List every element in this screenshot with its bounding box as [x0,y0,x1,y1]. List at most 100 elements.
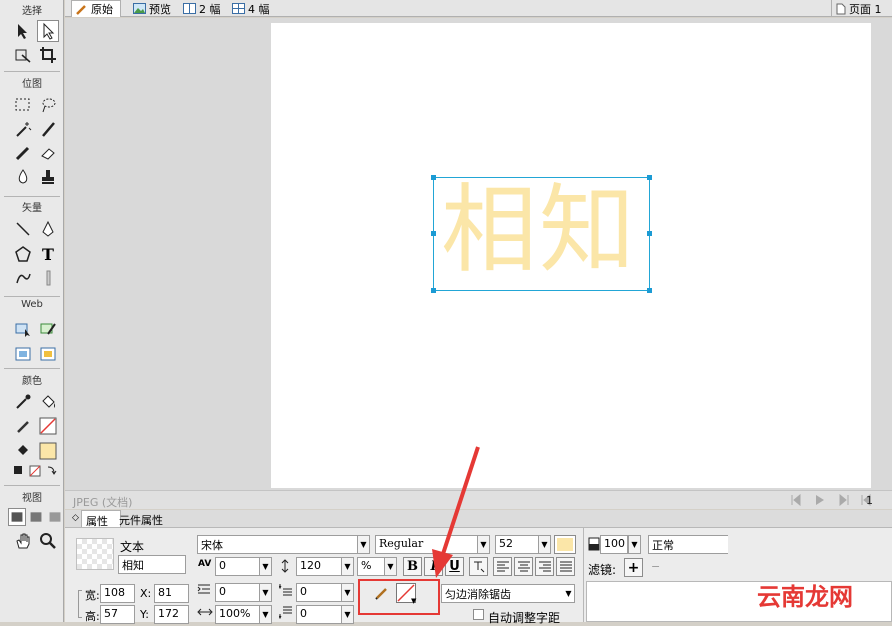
brush-icon [42,122,55,137]
tab-original[interactable]: 原始 [71,0,121,17]
zoom-icon [40,533,56,549]
pen-tool[interactable] [37,218,59,240]
stroke-color-swatch[interactable] [37,415,59,437]
subselection-tool[interactable] [37,20,59,42]
show-hotspots-icon [40,347,56,361]
page-selector[interactable]: 页面 1 [831,0,892,17]
indent-field[interactable]: 0 [215,583,261,602]
hide-slices-toggle[interactable] [12,343,34,365]
tab-4up[interactable]: 4 幅 [228,0,274,17]
hotspot-tool[interactable] [12,318,34,340]
chevron-down-icon[interactable]: ▼ [538,535,551,554]
font-size-field[interactable]: 52 [495,535,539,554]
eyedropper-tool[interactable] [12,391,34,413]
opacity-field[interactable]: 100 [600,535,628,554]
hand-tool[interactable] [12,530,34,552]
text-tool[interactable]: T [37,243,59,265]
slice-tool[interactable] [37,318,59,340]
paint-bucket-tool[interactable] [37,391,59,413]
standard-screen-mode[interactable] [8,508,26,526]
section-title-web: Web [21,299,43,310]
x-field[interactable]: 81 [154,584,189,603]
screen-mode-icon [11,512,23,522]
stamp-tool[interactable] [37,166,59,188]
resize-handle-nw[interactable] [431,175,436,180]
tab-symbol-properties[interactable]: 元件属性 [115,510,185,527]
resize-handle-w[interactable] [431,231,436,236]
remove-filter-button[interactable]: − [651,560,660,573]
tab-preview[interactable]: 预览 [129,0,179,17]
knife-tool[interactable] [37,267,59,289]
show-slices-toggle[interactable] [37,343,59,365]
eraser-tool[interactable] [37,142,59,164]
chevron-down-icon[interactable]: ▼ [357,535,370,554]
magic-wand-tool[interactable] [12,118,34,140]
space-after-icon [279,606,292,619]
chevron-down-icon[interactable]: ▼ [341,605,354,624]
collapse-arrow-icon[interactable]: ◇ [72,513,79,523]
chevron-down-icon[interactable]: ▼ [628,535,641,554]
pointer-tool[interactable] [12,20,34,42]
brush-tool[interactable] [37,118,59,140]
blend-mode-select[interactable]: 正常 [648,535,728,554]
crop-tool[interactable] [37,44,59,66]
align-left-button[interactable] [493,557,512,576]
height-field[interactable]: 57 [100,605,135,624]
chevron-down-icon[interactable]: ▼ [259,583,272,602]
chevron-down-icon[interactable]: ▼ [341,557,354,576]
leading-field[interactable]: 120 [296,557,344,576]
no-color-swatch-icon [39,417,57,435]
chevron-down-icon[interactable]: ▼ [259,557,272,576]
blur-tool[interactable] [12,166,34,188]
align-right-icon [538,561,551,571]
add-filter-button[interactable]: + [624,558,643,577]
polygon-tool[interactable] [12,243,34,265]
text-selection-box[interactable] [431,175,652,293]
stroke-color-tool[interactable] [12,415,34,437]
chevron-down-icon[interactable]: ▼ [259,605,272,624]
line-tool[interactable] [12,218,34,240]
resize-handle-ne[interactable] [647,175,652,180]
resize-handle-sw[interactable] [431,288,436,293]
chevron-down-icon[interactable]: ▼ [384,557,397,576]
stroke-pencil-icon [375,588,387,600]
section-title-bitmap: 位图 [22,79,42,90]
align-center-button[interactable] [514,557,533,576]
auto-kern-checkbox[interactable] [473,609,484,620]
chevron-down-icon[interactable]: ▼ [562,584,575,603]
chevron-down-icon[interactable]: ▼ [341,583,354,602]
pencil-tool[interactable] [12,142,34,164]
fullscreen-mode[interactable] [46,508,64,526]
space-after-field[interactable]: 0 [296,605,344,624]
align-right-button[interactable] [535,557,554,576]
leading-unit-select[interactable]: % [357,557,385,576]
frame-controls-icon[interactable] [791,494,871,506]
tools-panel: 选择 位图 矢量 T Web 颜色 视图 [0,0,64,622]
color-reset-swap[interactable] [12,462,58,480]
fullscreen-menu-mode[interactable] [27,508,45,526]
text-color-swatch[interactable] [554,535,576,554]
fill-color-tool[interactable] [12,440,34,462]
resize-handle-se[interactable] [647,288,652,293]
tab-2up[interactable]: 2 幅 [179,0,225,17]
fill-color-swatch[interactable] [37,440,59,462]
marquee-tool[interactable] [12,94,34,116]
width-field[interactable]: 108 [100,584,135,603]
watermark-logo: 云南龙网 [757,583,853,611]
justify-button[interactable] [556,557,575,576]
zoom-tool[interactable] [37,530,59,552]
lasso-tool[interactable] [37,94,59,116]
kerning-field[interactable]: 0 [215,557,261,576]
horizontal-scale-field[interactable]: 100% [215,605,261,624]
align-left-icon [496,561,509,571]
space-before-field[interactable]: 0 [296,583,344,602]
freeform-tool[interactable] [12,267,34,289]
object-name-field[interactable]: 相知 [118,555,186,574]
section-title-colors: 颜色 [22,376,42,387]
resize-handle-e[interactable] [647,231,652,236]
font-family-select[interactable]: 宋体 [197,535,369,554]
chevron-down-icon[interactable]: ▼ [411,597,416,605]
y-field[interactable]: 172 [154,605,189,624]
scale-tool[interactable] [12,44,34,66]
antialias-select[interactable]: 匀边消除锯齿 [441,584,575,603]
